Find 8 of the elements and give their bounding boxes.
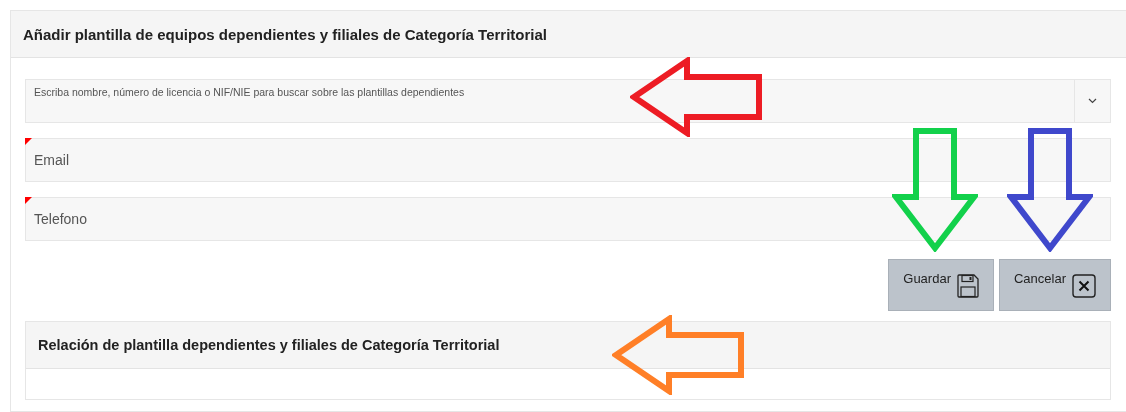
input-field[interactable]: Telefono <box>26 198 1110 240</box>
panel-title: Relación de plantilla dependientes y filiales de Categoría Territorial <box>38 337 500 353</box>
save-button[interactable]: Guardar <box>888 259 994 311</box>
input-field[interactable]: Email <box>26 139 1110 181</box>
chevron-down-icon <box>1088 98 1097 104</box>
panel-title: Añadir plantilla de equipos dependientes y filiales de Categoría Territorial <box>23 25 547 43</box>
close-icon <box>1072 274 1096 298</box>
cancel-button[interactable]: Cancelar <box>998 259 1111 311</box>
